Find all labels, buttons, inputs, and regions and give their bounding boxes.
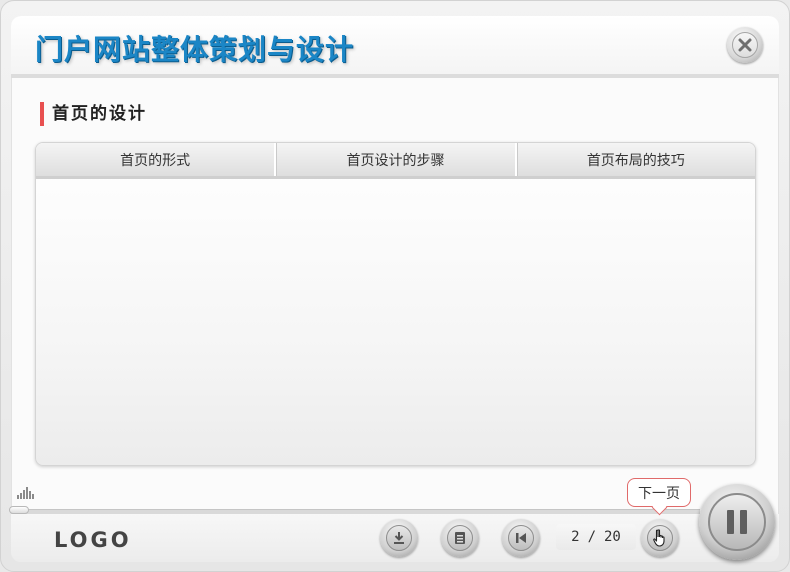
progress-track[interactable] xyxy=(11,509,700,514)
section-title: 首页的设计 xyxy=(40,102,147,126)
tab-homepage-form[interactable]: 首页的形式 xyxy=(36,143,277,176)
progress-handle[interactable] xyxy=(9,506,29,514)
content-area: 首页的形式 首页设计的步骤 首页布局的技巧 xyxy=(35,142,756,466)
download-button[interactable] xyxy=(380,519,418,557)
logo: LOGO xyxy=(54,528,132,552)
tab-bar: 首页的形式 首页设计的步骤 首页布局的技巧 xyxy=(36,143,755,179)
next-page-tooltip: 下一页 xyxy=(627,478,691,507)
next-button[interactable] xyxy=(641,519,679,557)
page-separator: / xyxy=(587,529,596,545)
title-bar: 门户网站整体策划与设计 xyxy=(11,16,779,78)
total-pages: 20 xyxy=(604,529,621,545)
current-page: 2 xyxy=(571,529,580,545)
volume-icon[interactable] xyxy=(17,484,37,499)
hand-pointer-icon xyxy=(647,525,673,551)
menu-button[interactable] xyxy=(441,519,479,557)
tab-homepage-design-steps[interactable]: 首页设计的步骤 xyxy=(276,143,517,176)
previous-icon xyxy=(508,525,534,551)
download-icon xyxy=(386,525,412,551)
pause-icon xyxy=(708,493,766,551)
page-counter: 2 / 20 xyxy=(556,524,636,550)
app-title: 门户网站整体策划与设计 xyxy=(35,33,355,66)
pause-button[interactable] xyxy=(699,484,775,560)
close-button[interactable] xyxy=(727,27,763,63)
tab-homepage-layout-tips[interactable]: 首页布局的技巧 xyxy=(517,143,755,176)
close-icon xyxy=(732,32,758,58)
list-icon xyxy=(447,525,473,551)
previous-button[interactable] xyxy=(502,519,540,557)
